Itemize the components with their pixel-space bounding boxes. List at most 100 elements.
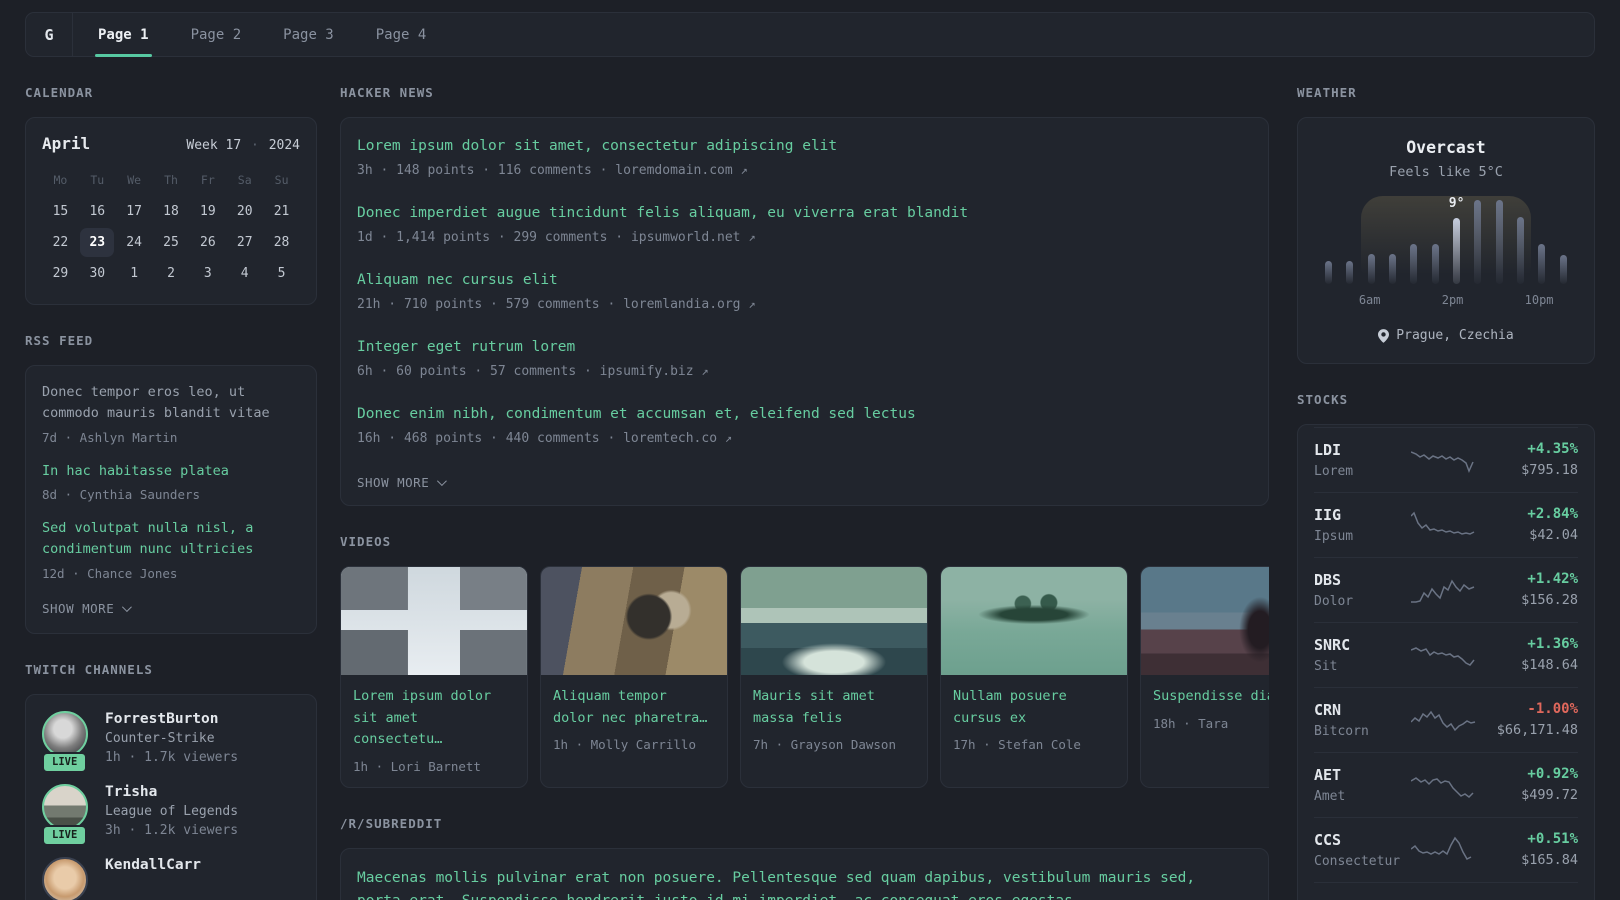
twitch-channel-row[interactable]: KendallCarr bbox=[42, 856, 300, 900]
calendar-day: 2 bbox=[167, 266, 175, 281]
video-card[interactable]: Suspendisse diam 18h · Tara bbox=[1140, 566, 1269, 788]
hackernews-section-title: HACKER NEWS bbox=[340, 85, 434, 100]
hackernews-widget: HACKER NEWS Lorem ipsum dolor sit amet, … bbox=[340, 85, 1269, 507]
rss-item-title[interactable]: Sed volutpat nulla nisl, a condimentum n… bbox=[42, 518, 300, 561]
stock-name: Ipsum bbox=[1314, 528, 1354, 544]
live-badge: LIVE bbox=[42, 751, 88, 773]
video-card[interactable]: Mauris sit amet massa felis 7h · Grayson… bbox=[740, 566, 928, 788]
rss-item-meta: 8d · Cynthia Saunders bbox=[42, 486, 201, 502]
stock-price: $66,171.48 bbox=[1496, 722, 1578, 738]
video-card[interactable]: Nullam posuere cursus ex 17h · Stefan Co… bbox=[940, 566, 1128, 788]
calendar-day: 16 bbox=[89, 204, 106, 219]
calendar-card: April Week 17 · 2024 Mo Tu We Th Fr Sa Su bbox=[25, 117, 317, 305]
dashboard-columns: CALENDAR April Week 17 · 2024 Mo Tu We Th Fr… bbox=[25, 85, 1595, 900]
video-thumbnail bbox=[541, 567, 727, 676]
stock-symbol: DBS bbox=[1314, 570, 1342, 589]
page-tab[interactable]: Page 2 bbox=[170, 13, 263, 56]
subreddit-post-title[interactable]: Maecenas mollis pulvinar erat non posuer… bbox=[357, 867, 1219, 900]
rss-item-title[interactable]: In hac habitasse platea bbox=[42, 461, 300, 482]
video-meta: 7h · Grayson Dawson bbox=[753, 737, 896, 753]
weather-bar-cell: 9° bbox=[1446, 196, 1467, 284]
page-tab[interactable]: Page 3 bbox=[262, 13, 355, 56]
rss-item-meta: 12d · Chance Jones bbox=[42, 565, 178, 581]
weather-bar-cell bbox=[1510, 200, 1531, 284]
weekday-label: Mo bbox=[53, 173, 68, 187]
calendar-widget: CALENDAR April Week 17 · 2024 Mo Tu We Th Fr… bbox=[25, 85, 317, 305]
rss-list: Donec tempor eros leo, ut commodo mauris… bbox=[42, 382, 300, 581]
stock-row[interactable]: SNRC Sit +1.36% $148.64 bbox=[1314, 621, 1578, 687]
hackernews-item-title[interactable]: Lorem ipsum dolor sit amet, consectetur … bbox=[357, 136, 1252, 157]
hackernews-item-meta: 6h · 60 points · 57 comments · bbox=[357, 364, 592, 380]
twitch-channel-row[interactable]: LIVE ForrestBurton Counter-Strike 1h · 1… bbox=[42, 710, 300, 773]
page-tabs: Page 1 Page 2 Page 3 Page 4 bbox=[73, 13, 448, 57]
external-link-icon: ↗ bbox=[701, 364, 709, 379]
stock-row[interactable]: LDI Lorem +4.35% $795.18 bbox=[1314, 426, 1578, 492]
subreddit-widget: /R/SUBREDDIT Maecenas mollis pulvinar er… bbox=[340, 816, 1269, 900]
stock-sparkline bbox=[1411, 710, 1476, 731]
rss-show-more-button[interactable]: SHOW MORE bbox=[42, 601, 133, 616]
stock-price: $165.84 bbox=[1521, 852, 1578, 868]
stocks-widget: STOCKS LDI Lorem +4.35% $795.18 IIG Ipsu… bbox=[1297, 392, 1595, 900]
hackernews-item-title[interactable]: Integer eget rutrum lorem bbox=[357, 337, 1252, 358]
stock-symbol: CCS bbox=[1314, 830, 1342, 849]
hackernews-item-domain[interactable]: ipsumify.biz bbox=[600, 364, 694, 379]
hackernews-item-meta: 3h · 148 points · 116 comments · bbox=[357, 163, 608, 179]
page-tab[interactable]: Page 1 bbox=[77, 13, 170, 57]
hackernews-item-title[interactable]: Donec imperdiet augue tincidunt felis al… bbox=[357, 203, 1252, 224]
calendar-day: 15 bbox=[52, 204, 69, 219]
stock-row[interactable]: IIG Ipsum +2.84% $42.04 bbox=[1314, 491, 1578, 557]
videos-section-title: VIDEOS bbox=[340, 534, 392, 550]
stock-name: Lorem bbox=[1314, 463, 1354, 479]
rss-item-meta: 7d · Ashlyn Martin bbox=[42, 429, 178, 445]
external-link-icon: ↗ bbox=[740, 163, 748, 178]
stock-sparkline bbox=[1411, 776, 1474, 798]
stock-row[interactable]: AET Amet +0.92% $499.72 bbox=[1314, 751, 1578, 817]
chevron-down-icon bbox=[437, 476, 448, 487]
video-meta: 1h · Lori Barnett bbox=[353, 758, 481, 774]
weekday-label: We bbox=[127, 173, 142, 187]
weather-bar-cell bbox=[1339, 200, 1360, 284]
stock-price: $148.64 bbox=[1521, 657, 1578, 673]
video-title: Nullam posuere cursus ex bbox=[953, 688, 1067, 726]
weather-axis-tick bbox=[1504, 293, 1524, 307]
hackernews-item-domain[interactable]: loremtech.co bbox=[623, 431, 717, 446]
weather-bar-cell bbox=[1425, 200, 1446, 284]
video-card[interactable]: Lorem ipsum dolor sit amet consectetu… 1… bbox=[340, 566, 528, 788]
video-title: Aliquam tempor dolor nec pharetra… bbox=[553, 688, 708, 726]
channel-meta: 3h · 1.2k viewers bbox=[105, 822, 239, 838]
weekday-label: Tu bbox=[90, 173, 105, 187]
stock-row[interactable]: AHS +0.46% bbox=[1314, 881, 1578, 900]
stock-change: +0.51% bbox=[1527, 831, 1578, 847]
hackernews-item-domain[interactable]: loremlandia.org bbox=[623, 297, 740, 312]
stock-row[interactable]: CRN Bitcorn -1.00% $66,171.48 bbox=[1314, 686, 1578, 752]
calendar-month: April bbox=[42, 134, 91, 153]
hackernews-item-title[interactable]: Donec enim nibh, condimentum et accumsan… bbox=[357, 404, 1252, 425]
weather-axis-tick bbox=[1338, 293, 1358, 307]
rss-item: Sed volutpat nulla nisl, a condimentum n… bbox=[42, 518, 300, 581]
page-tab[interactable]: Page 4 bbox=[355, 13, 448, 56]
calendar-day: 25 bbox=[163, 235, 179, 250]
hackernews-item-title[interactable]: Aliquam nec cursus elit bbox=[357, 270, 1252, 291]
calendar-day: 1 bbox=[130, 266, 139, 281]
avatar bbox=[42, 783, 88, 830]
stock-row[interactable]: DBS Dolor +1.42% $156.28 bbox=[1314, 556, 1578, 622]
stock-name: Amet bbox=[1314, 788, 1346, 804]
stock-row[interactable]: CCS Consectetur +0.51% $165.84 bbox=[1314, 816, 1578, 882]
hackernews-show-more-button[interactable]: SHOW MORE bbox=[357, 475, 448, 490]
twitch-channel-row[interactable]: LIVE Trisha League of Legends 3h · 1.2k … bbox=[42, 783, 300, 846]
rss-item-title[interactable]: Donec tempor eros leo, ut commodo mauris… bbox=[42, 382, 300, 425]
middle-column: HACKER NEWS Lorem ipsum dolor sit amet, … bbox=[340, 85, 1269, 900]
hackernews-item-meta: 16h · 468 points · 440 comments · bbox=[357, 431, 616, 447]
hackernews-item-domain[interactable]: loremdomain.com bbox=[615, 163, 732, 178]
weather-axis-tick: 10pm bbox=[1524, 293, 1554, 307]
stock-sparkline bbox=[1411, 578, 1475, 603]
video-title: Suspendisse diam bbox=[1153, 688, 1269, 705]
weather-axis-tick: 2pm bbox=[1441, 293, 1464, 307]
weather-location: Prague, Czechia bbox=[1396, 328, 1514, 343]
video-thumbnail bbox=[1141, 567, 1269, 676]
hackernews-item-domain[interactable]: ipsumworld.net bbox=[631, 230, 741, 245]
video-card[interactable]: Aliquam tempor dolor nec pharetra… 1h · … bbox=[540, 566, 728, 788]
stock-name: Bitcorn bbox=[1314, 723, 1369, 739]
weather-bar-cell bbox=[1361, 200, 1382, 284]
app-logo[interactable]: G bbox=[26, 13, 73, 56]
